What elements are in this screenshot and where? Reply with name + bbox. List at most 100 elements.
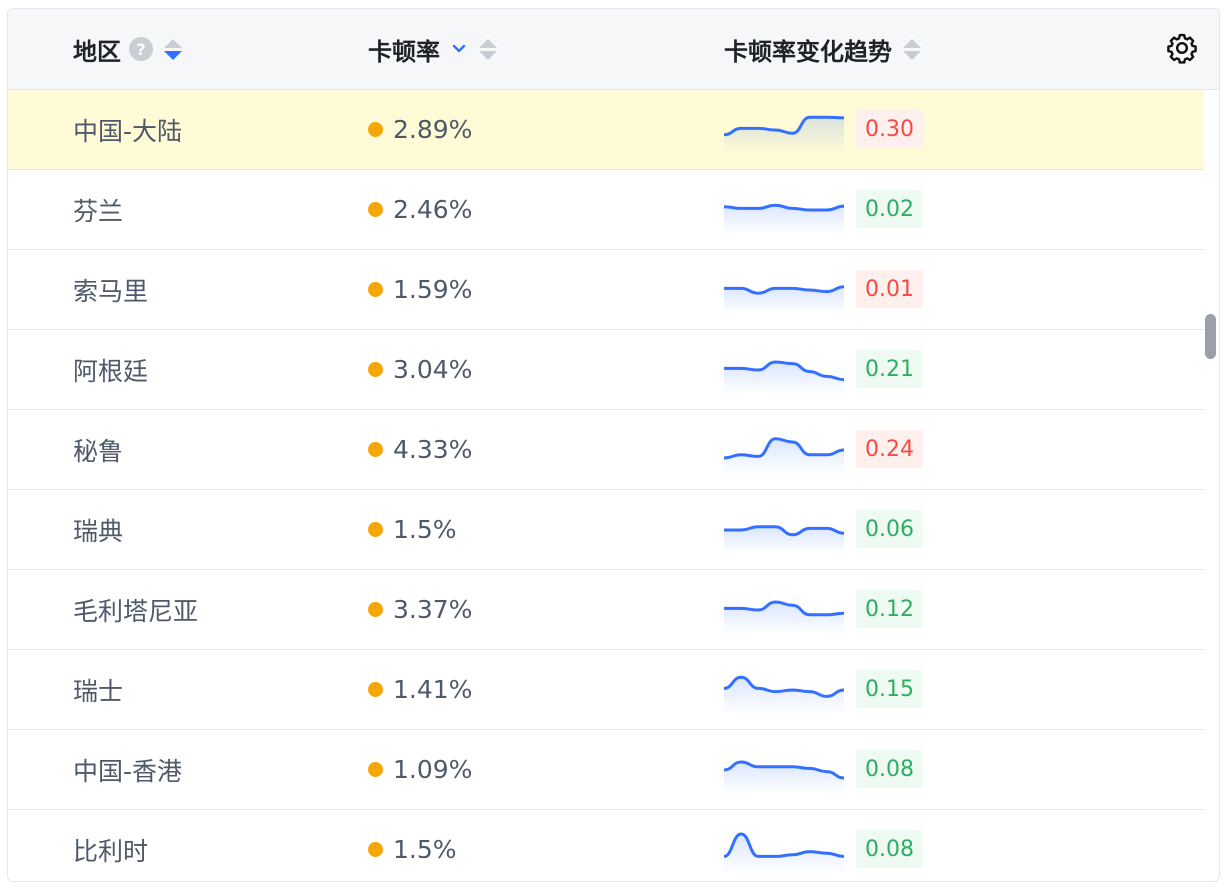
delta-badge: 0.06	[856, 510, 923, 548]
table-row[interactable]: 芬兰 2.46% 0.02	[8, 170, 1204, 250]
vertical-scrollbar[interactable]	[1205, 314, 1216, 359]
sparkline-chart	[724, 675, 844, 714]
region-cell: 中国-大陆	[73, 116, 183, 146]
trend-cell	[724, 170, 844, 249]
sparkline-chart	[724, 359, 844, 394]
rate-cell: 3.37%	[368, 570, 472, 649]
sort-descending-icon	[164, 50, 182, 60]
rate-value: 1.59%	[393, 275, 473, 304]
rate-value: 3.04%	[393, 355, 473, 384]
table-row[interactable]: 毛利塔尼亚 3.37% 0.12	[8, 570, 1204, 650]
region-cell: 比利时	[73, 836, 149, 866]
region-cell: 秘鲁	[73, 436, 124, 466]
trend-sort-button[interactable]	[902, 36, 922, 62]
sparkline-chart	[724, 284, 844, 314]
rate-value: 4.33%	[393, 435, 473, 464]
table-row[interactable]: 中国-香港 1.09% 0.08	[8, 730, 1204, 810]
sort-descending-icon	[479, 50, 497, 60]
chevron-down-icon[interactable]	[450, 40, 468, 58]
sort-ascending-icon	[903, 38, 921, 48]
table-row[interactable]: 比利时 1.5% 0.08	[8, 810, 1204, 881]
delta-badge: 0.02	[856, 190, 923, 228]
table-row[interactable]: 中国-大陆 2.89% 0.30	[8, 90, 1204, 170]
table-row[interactable]: 瑞士 1.41% 0.15	[8, 650, 1204, 730]
rate-cell: 2.46%	[368, 170, 472, 249]
table-header: 地区 ? 卡顿率 卡顿率变化趋势	[8, 9, 1219, 90]
trend-cell	[724, 90, 844, 169]
status-dot	[368, 122, 383, 137]
status-dot	[368, 842, 383, 857]
region-cell: 中国-香港	[73, 756, 183, 786]
status-dot	[368, 682, 383, 697]
rate-value: 1.41%	[393, 675, 473, 704]
sparkline-area	[724, 116, 844, 154]
rate-sort-button[interactable]	[478, 36, 498, 62]
region-cell: 芬兰	[73, 196, 124, 226]
column-header-rate-label: 卡顿率	[368, 37, 440, 66]
status-dot	[368, 362, 383, 377]
sparkline-chart	[724, 524, 844, 554]
delta-badge: 0.21	[856, 350, 923, 388]
delta-badge: 0.08	[856, 750, 923, 788]
rate-cell: 1.5%	[368, 810, 457, 881]
trend-cell	[724, 490, 844, 569]
status-dot	[368, 602, 383, 617]
rate-value: 1.5%	[393, 835, 457, 864]
rate-value: 3.37%	[393, 595, 473, 624]
region-cell: 阿根廷	[73, 356, 149, 386]
trend-cell	[724, 250, 844, 329]
trend-cell	[724, 330, 844, 409]
trend-cell	[724, 410, 844, 489]
rate-cell: 2.89%	[368, 90, 472, 169]
sort-ascending-icon	[479, 38, 497, 48]
sparkline-area	[724, 601, 844, 634]
rate-value: 2.89%	[393, 115, 473, 144]
sparkline-chart	[724, 115, 844, 154]
sort-ascending-icon	[164, 38, 182, 48]
gear-icon[interactable]	[1165, 31, 1199, 65]
status-dot	[368, 522, 383, 537]
sparkline-chart	[724, 599, 844, 634]
table-row[interactable]: 秘鲁 4.33% 0.24	[8, 410, 1204, 490]
rate-cell: 3.04%	[368, 330, 472, 409]
sparkline-chart	[724, 203, 844, 234]
status-dot	[368, 442, 383, 457]
table-row[interactable]: 阿根廷 3.04% 0.21	[8, 330, 1204, 410]
rate-cell: 1.5%	[368, 490, 457, 569]
column-header-rate: 卡顿率	[368, 9, 498, 89]
sort-descending-icon	[903, 50, 921, 60]
status-dot	[368, 202, 383, 217]
sparkline-chart	[724, 759, 844, 794]
delta-badge: 0.08	[856, 830, 923, 868]
delta-badge: 0.15	[856, 670, 923, 708]
status-dot	[368, 282, 383, 297]
region-cell: 瑞士	[73, 676, 124, 706]
column-header-region: 地区 ?	[73, 9, 183, 89]
region-cell: 索马里	[73, 276, 149, 306]
rate-cell: 1.41%	[368, 650, 472, 729]
region-cell: 毛利塔尼亚	[73, 596, 199, 626]
trend-cell	[724, 650, 844, 729]
column-header-trend: 卡顿率变化趋势	[724, 9, 922, 89]
trend-cell	[724, 810, 844, 881]
rate-value: 2.46%	[393, 195, 473, 224]
help-icon[interactable]: ?	[129, 37, 153, 61]
delta-badge: 0.30	[856, 110, 923, 148]
trend-cell	[724, 730, 844, 809]
delta-badge: 0.24	[856, 430, 923, 468]
region-sort-button[interactable]	[163, 36, 183, 62]
rate-value: 1.5%	[393, 515, 457, 544]
delta-badge: 0.12	[856, 590, 923, 628]
trend-cell	[724, 570, 844, 649]
region-cell: 瑞典	[73, 516, 124, 546]
sparkline-chart	[724, 436, 844, 474]
table-row[interactable]: 瑞典 1.5% 0.06	[8, 490, 1204, 570]
status-dot	[368, 762, 383, 777]
sparkline-area	[724, 361, 844, 394]
delta-badge: 0.01	[856, 270, 923, 308]
rate-value: 1.09%	[393, 755, 473, 784]
region-stutter-table: 地区 ? 卡顿率 卡顿率变化趋势 中国-大陆 2.89% 0.30 芬兰 2.4…	[7, 8, 1220, 882]
table-row[interactable]: 索马里 1.59% 0.01	[8, 250, 1204, 330]
rate-cell: 4.33%	[368, 410, 472, 489]
sparkline-chart	[724, 831, 844, 874]
